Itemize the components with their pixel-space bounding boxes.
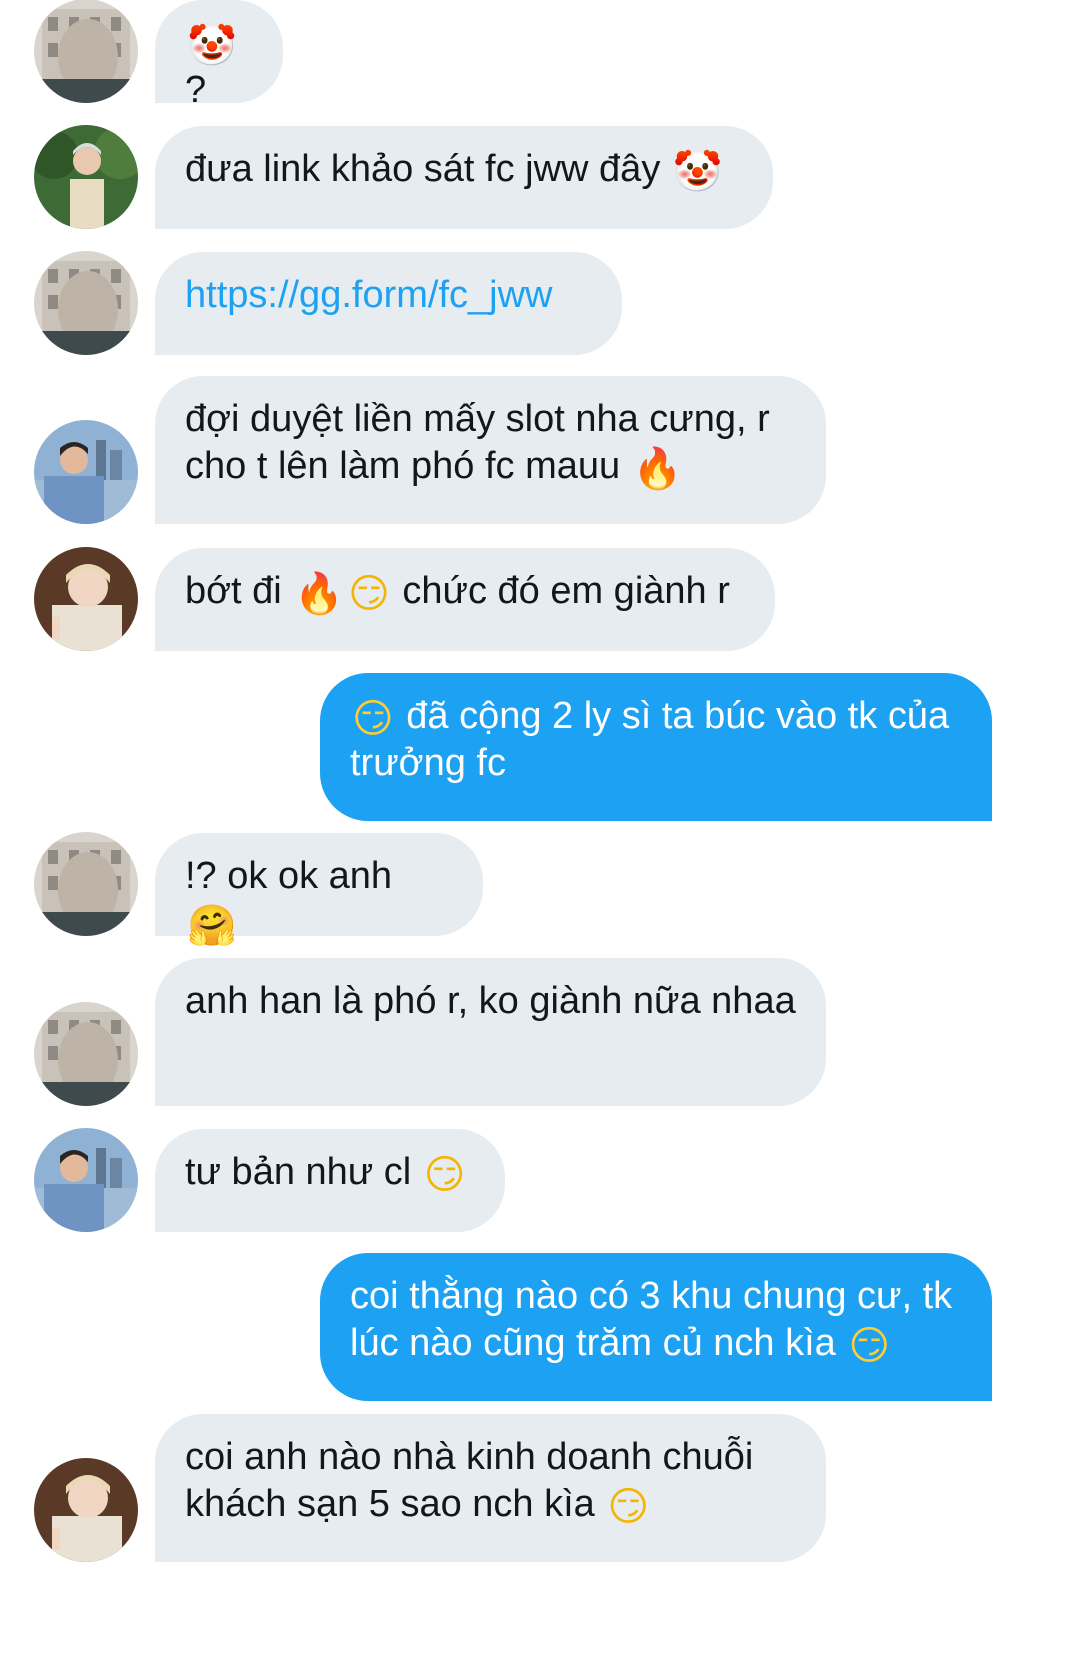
outgoing-message-bubble[interactable]: coi thằng nào có 3 khu chung cư, tk lúc … — [320, 1253, 992, 1401]
message-link[interactable]: https://gg.form/fc_jww — [185, 274, 552, 316]
message-text: !? ok ok anh — [185, 855, 393, 897]
incoming-message-bubble[interactable]: bớt đi 🔥 😏 chức đó em giành r — [155, 548, 775, 651]
incoming-message-bubble[interactable]: coi anh nào nhà kinh doanh chuỗi khách s… — [155, 1414, 826, 1562]
fire-emoji: 🔥 — [294, 571, 345, 617]
incoming-message-bubble[interactable]: 🤡? — [155, 0, 283, 111]
smirk-emoji: 😏 — [848, 1323, 891, 1369]
avatar-blond-peace[interactable] — [34, 547, 138, 651]
avatar-building[interactable] — [34, 832, 138, 936]
message-text: tư bản như cl — [185, 1151, 422, 1193]
message-text: đã cộng 2 ly sì ta búc vào tk của trưởng… — [350, 695, 950, 784]
smirk-emoji: 😏 — [607, 1484, 650, 1530]
message-text: chức đó em giành r — [391, 570, 730, 612]
smirk-emoji: 😏 — [348, 571, 390, 617]
incoming-message-bubble[interactable]: !? ok ok anh 🤗 — [155, 833, 483, 946]
avatar-man-city[interactable] — [34, 420, 138, 524]
avatar-man-city[interactable] — [34, 1128, 138, 1232]
smirk-emoji: 😏 — [352, 696, 394, 742]
avatar-building[interactable] — [34, 251, 138, 355]
incoming-message-bubble[interactable]: tư bản như cl 😏 — [155, 1129, 505, 1232]
avatar-blond-peace[interactable] — [34, 1458, 138, 1562]
smirk-emoji: 😏 — [423, 1152, 466, 1198]
hugging-face-emoji: 🤗 — [187, 903, 237, 949]
clown-face-emoji: 🤡 — [672, 149, 723, 195]
dm-conversation-thread: 🤡? đưa link khảo sát fc jww đây 🤡 https://… — [0, 0, 1080, 1653]
avatar-building[interactable] — [34, 1002, 138, 1106]
message-text: bớt đi — [185, 570, 293, 612]
message-text: đưa link khảo sát fc jww đây — [185, 148, 671, 190]
message-text: ? — [185, 69, 207, 111]
message-text: anh han là phó r, ko giành nữa nhaa — [185, 980, 796, 1022]
clown-face-emoji: 🤡 — [187, 23, 237, 69]
message-text: coi anh nào nhà kinh doanh chuỗi khách s… — [185, 1436, 754, 1525]
incoming-message-bubble[interactable]: https://gg.form/fc_jww — [155, 252, 622, 355]
incoming-message-bubble[interactable]: đợi duyệt liền mấy slot nha cưng, r cho … — [155, 376, 826, 524]
avatar-building[interactable] — [34, 0, 138, 103]
fire-emoji: 🔥 — [632, 446, 683, 492]
outgoing-message-bubble[interactable]: 😏 đã cộng 2 ly sì ta búc vào tk của trưở… — [320, 673, 992, 821]
incoming-message-bubble[interactable]: anh han là phó r, ko giành nữa nhaa — [155, 958, 826, 1106]
incoming-message-bubble[interactable]: đưa link khảo sát fc jww đây 🤡 — [155, 126, 773, 229]
avatar-man-forest[interactable] — [34, 125, 138, 229]
